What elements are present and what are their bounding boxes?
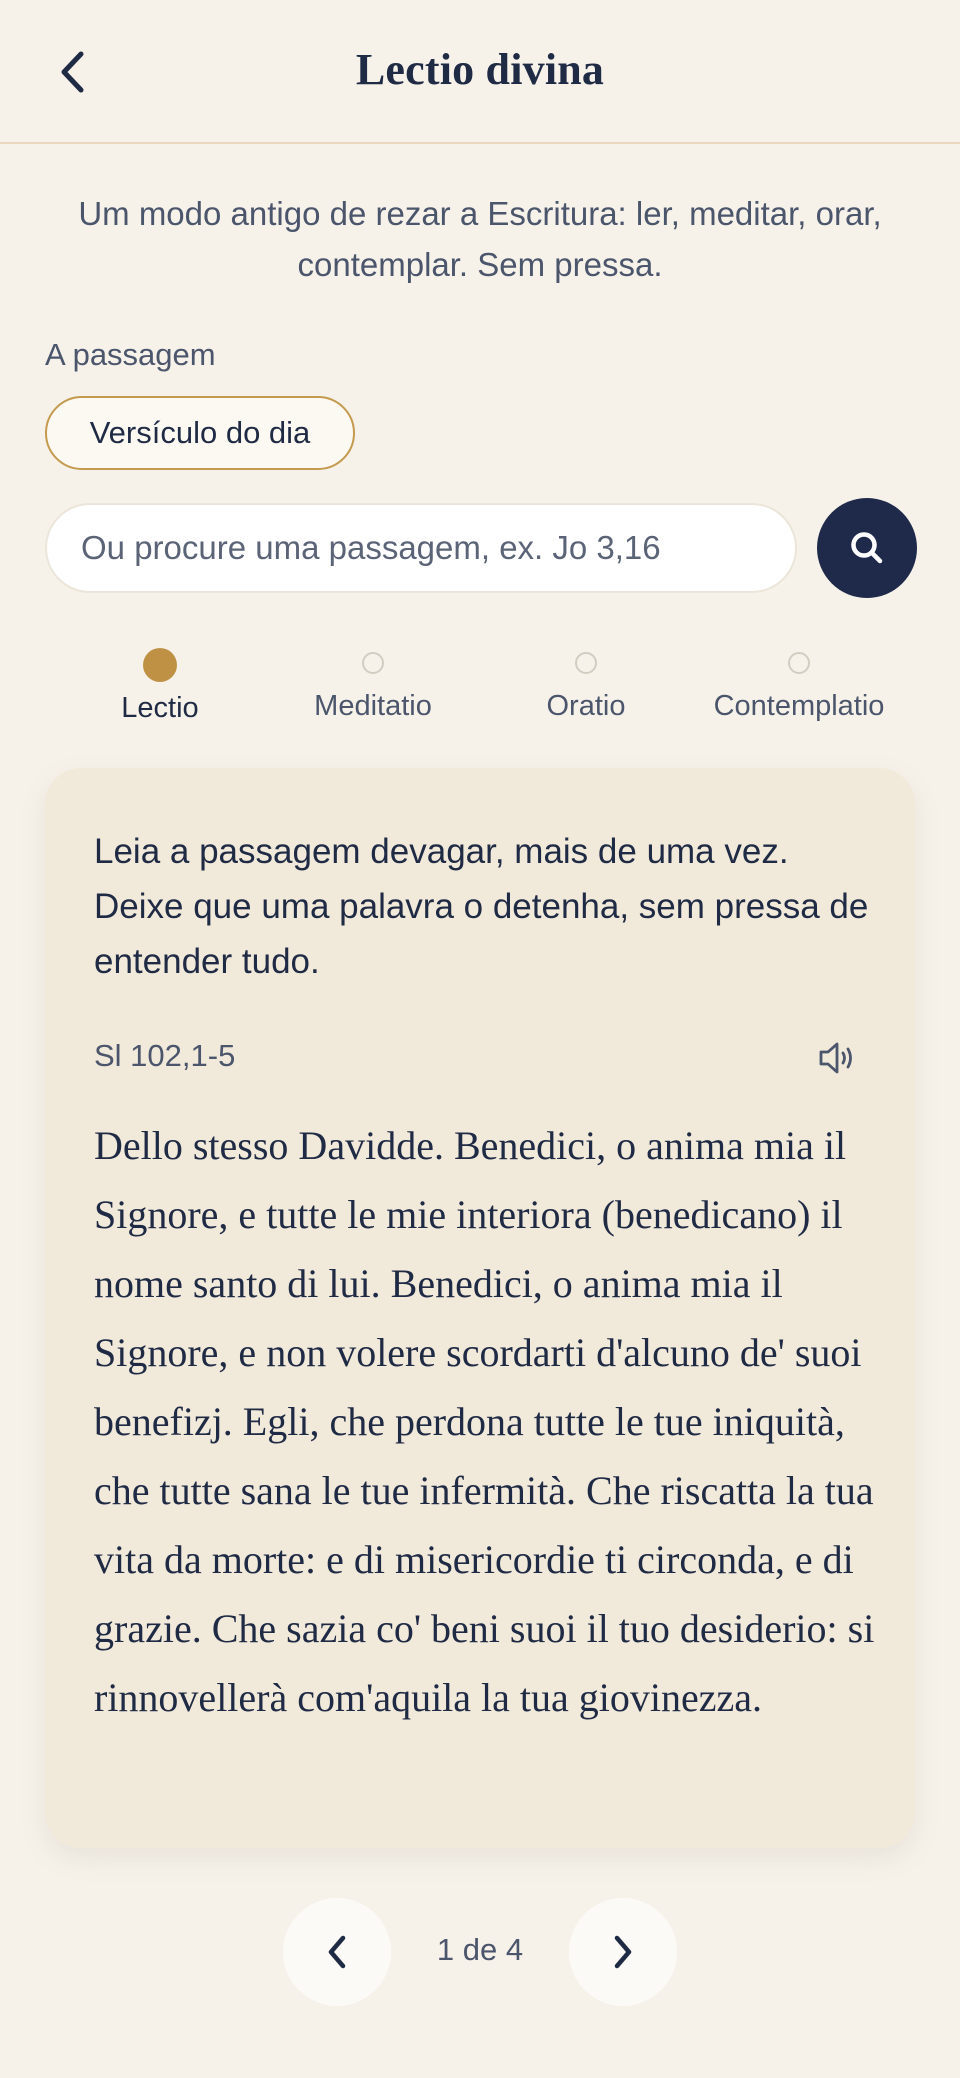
play-audio-button[interactable] <box>818 1040 858 1076</box>
step-oratio[interactable]: Oratio <box>476 648 696 723</box>
passage-text: Dello stesso Davidde. Benedici, o anima … <box>94 1123 875 1720</box>
reading-card: Leia a passagem devagar, mais de uma vez… <box>45 768 915 1848</box>
step-label: Meditatio <box>314 690 432 722</box>
step-label: Oratio <box>546 690 626 722</box>
step-instruction: Leia a passagem devagar, mais de uma vez… <box>94 832 869 981</box>
step-meditatio[interactable]: Meditatio <box>263 648 483 723</box>
step-label: Lectio <box>121 692 199 724</box>
page-title: Lectio divina <box>355 45 605 94</box>
step-lectio[interactable]: Lectio <box>50 648 270 725</box>
step-indicator-dot <box>362 652 384 674</box>
pager: 1 de 4 <box>0 1898 960 2006</box>
verse-of-day-chip[interactable]: Versículo do dia <box>45 396 355 470</box>
passage-search-input[interactable] <box>45 503 797 593</box>
speaker-icon <box>819 1042 852 1074</box>
step-contemplatio[interactable]: Contemplatio <box>689 648 909 723</box>
step-label: Contemplatio <box>713 690 885 722</box>
search-button[interactable] <box>817 498 917 598</box>
intro-text: Um modo antigo de rezar a Escritura: ler… <box>78 195 882 283</box>
step-indicator-dot <box>575 652 597 674</box>
passage-section-label: A passagem <box>45 337 216 372</box>
search-icon <box>851 532 883 564</box>
lectio-steps: Lectio Meditatio Oratio Contemplatio <box>0 648 960 738</box>
step-indicator-dot <box>143 648 177 682</box>
step-indicator-dot <box>788 652 810 674</box>
chevron-left-icon <box>328 1935 346 1969</box>
app-header: Lectio divina <box>0 0 960 144</box>
previous-button[interactable] <box>283 1898 391 2006</box>
passage-reference: Sl 102,1-5 <box>94 1038 236 1073</box>
page-indicator: 1 de 4 <box>436 1932 524 1967</box>
next-button[interactable] <box>569 1898 677 2006</box>
chevron-right-icon <box>614 1935 632 1969</box>
